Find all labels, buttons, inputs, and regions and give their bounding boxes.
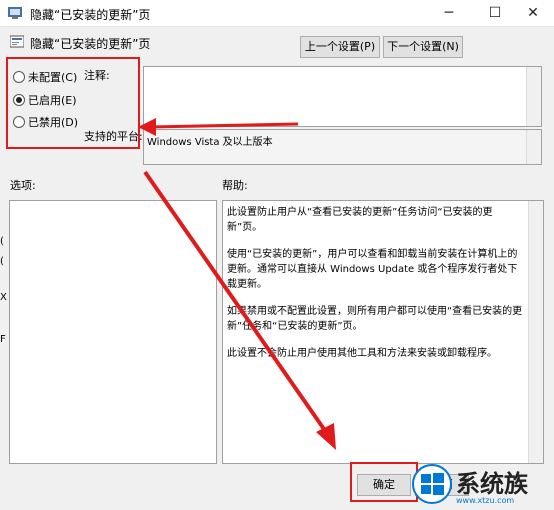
- arrow-head-options: [138, 118, 156, 136]
- arrow-to-ok: [143, 170, 328, 434]
- annotation-arrows: [138, 118, 336, 450]
- watermark-logo: 系统族 www.xtzu.com: [408, 462, 554, 510]
- windows-logo-icon: [412, 464, 452, 504]
- watermark-brand: 系统族: [456, 470, 528, 498]
- watermark-url: www.xtzu.com: [456, 496, 515, 505]
- arrow-head-ok: [316, 423, 336, 450]
- arrow-to-options: [149, 122, 299, 129]
